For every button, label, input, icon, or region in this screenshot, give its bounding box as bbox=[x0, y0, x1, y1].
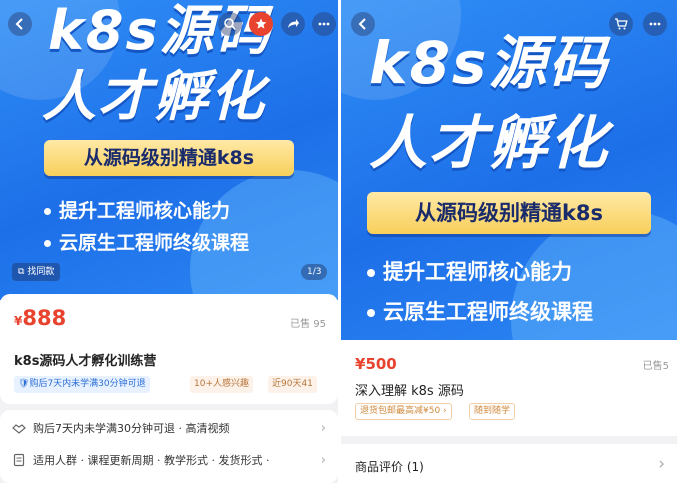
shield-check-icon: 🛡 bbox=[18, 379, 30, 389]
product-info-card: ¥500 已售5 深入理解 k8s 源码 退货包邮最高减¥50 › 随到随学 bbox=[341, 340, 677, 436]
banner-headline-2: 人才孵化 bbox=[42, 65, 266, 128]
sold-count: 已售 95 bbox=[290, 319, 326, 330]
more-button[interactable] bbox=[643, 12, 667, 36]
bullet-dot-icon bbox=[44, 240, 51, 247]
product-title: k8s源码人才孵化训练营 bbox=[14, 354, 157, 369]
refund-policy-row[interactable]: 购后7天内未学满30分钟可退 · 高清视频 › bbox=[12, 416, 326, 440]
bullet-dot-icon bbox=[367, 269, 375, 277]
price: ¥500 bbox=[355, 355, 397, 373]
chevron-right-icon: › bbox=[658, 454, 665, 474]
banner-headline-1: k8s源码 bbox=[369, 29, 609, 97]
study-anytime-tag: 随到随学 bbox=[469, 403, 516, 420]
back-button[interactable] bbox=[8, 12, 32, 36]
more-icon bbox=[318, 22, 330, 26]
course-details-row[interactable]: 适用人群 · 课程更新周期 · 教学形式 · 发货形式 · › bbox=[12, 448, 326, 472]
bullet-dot-icon bbox=[367, 309, 375, 317]
product-title: 深入理解 k8s 源码 bbox=[355, 384, 464, 399]
interest-tag: 10+人感兴趣 bbox=[190, 376, 253, 393]
refund-guarantee-tag[interactable]: 🛡购后7天内未学满30分钟可退 bbox=[14, 376, 150, 393]
share-icon bbox=[288, 19, 299, 28]
banner-headline-2: 人才孵化 bbox=[369, 109, 610, 177]
more-icon bbox=[649, 22, 661, 26]
more-button[interactable] bbox=[312, 12, 336, 36]
handshake-icon bbox=[12, 424, 26, 434]
left-product-page: k8s源码 人才孵化 从源码级别精通k8s 提升工程师核心能力 云原生工程师终级… bbox=[0, 0, 338, 483]
star-icon bbox=[255, 18, 267, 29]
banner-tagline: 从源码级别精通k8s bbox=[44, 140, 294, 176]
find-similar-button[interactable]: ⧉ 找同款 bbox=[12, 263, 61, 281]
return-shipping-tag[interactable]: 退货包邮最高减¥50 › bbox=[355, 403, 452, 420]
right-product-page: k8s源码 人才孵化 从源码级别精通k8s 提升工程师核心能力 云原生工程师终级… bbox=[341, 0, 677, 483]
price: ¥888 bbox=[14, 306, 67, 330]
banner-bullet-1: 提升工程师核心能力 bbox=[44, 196, 230, 223]
image-search-icon: ⧉ bbox=[18, 267, 25, 277]
product-banner-image[interactable]: k8s源码 人才孵化 从源码级别精通k8s 提升工程师核心能力 云原生工程师终级… bbox=[0, 0, 338, 300]
cart-icon bbox=[615, 18, 628, 30]
back-button[interactable] bbox=[351, 12, 375, 36]
image-page-indicator: 1/3 bbox=[301, 264, 328, 280]
chevron-left-icon bbox=[358, 18, 366, 30]
banner-bullet-1: 提升工程师核心能力 bbox=[367, 256, 572, 286]
cart-button[interactable] bbox=[609, 12, 633, 36]
favorite-button[interactable] bbox=[249, 12, 273, 36]
banner-bullet-2: 云原生工程师终级课程 bbox=[44, 228, 249, 255]
banner-bullet-2: 云原生工程师终级课程 bbox=[367, 296, 593, 326]
recent-sales-tag: 近90天41 bbox=[268, 376, 317, 393]
sold-count: 已售5 bbox=[642, 361, 669, 372]
chevron-left-icon bbox=[15, 18, 23, 30]
chevron-right-icon: › bbox=[320, 452, 326, 468]
service-info-card: 购后7天内未学满30分钟可退 · 高清视频 › 适用人群 · 课程更新周期 · … bbox=[0, 410, 338, 483]
share-button[interactable] bbox=[281, 12, 305, 36]
reviews-label: 商品评价 (1) bbox=[355, 460, 424, 474]
reviews-row[interactable]: 商品评价 (1) › bbox=[341, 444, 677, 483]
search-icon bbox=[224, 18, 237, 31]
search-button[interactable] bbox=[218, 12, 242, 36]
bullet-dot-icon bbox=[44, 208, 51, 215]
chevron-right-icon: › bbox=[320, 420, 326, 436]
document-icon bbox=[13, 453, 25, 467]
banner-tagline: 从源码级别精通k8s bbox=[367, 192, 651, 234]
product-banner-image[interactable]: k8s源码 人才孵化 从源码级别精通k8s 提升工程师核心能力 云原生工程师终级… bbox=[341, 0, 677, 340]
product-info-card: ¥888 已售 95 k8s源码人才孵化训练营 🛡购后7天内未学满30分钟可退 … bbox=[0, 294, 338, 404]
